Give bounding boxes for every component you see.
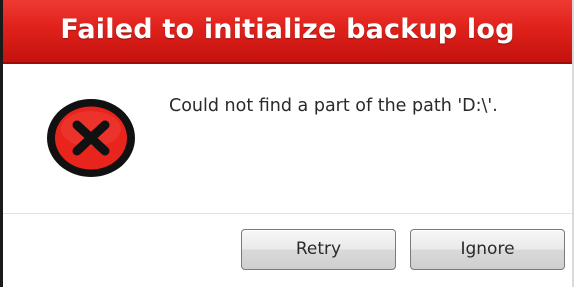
error-dialog: Failed to initialize backup log Could no…: [0, 0, 574, 287]
retry-button[interactable]: Retry: [241, 229, 396, 270]
title-bar: Failed to initialize backup log: [3, 0, 572, 64]
error-icon: [47, 99, 135, 177]
ignore-button[interactable]: Ignore: [410, 229, 565, 270]
dialog-title: Failed to initialize backup log: [60, 14, 515, 45]
button-divider: [3, 213, 572, 214]
error-message: Could not find a part of the path 'D:\'.: [169, 96, 498, 116]
